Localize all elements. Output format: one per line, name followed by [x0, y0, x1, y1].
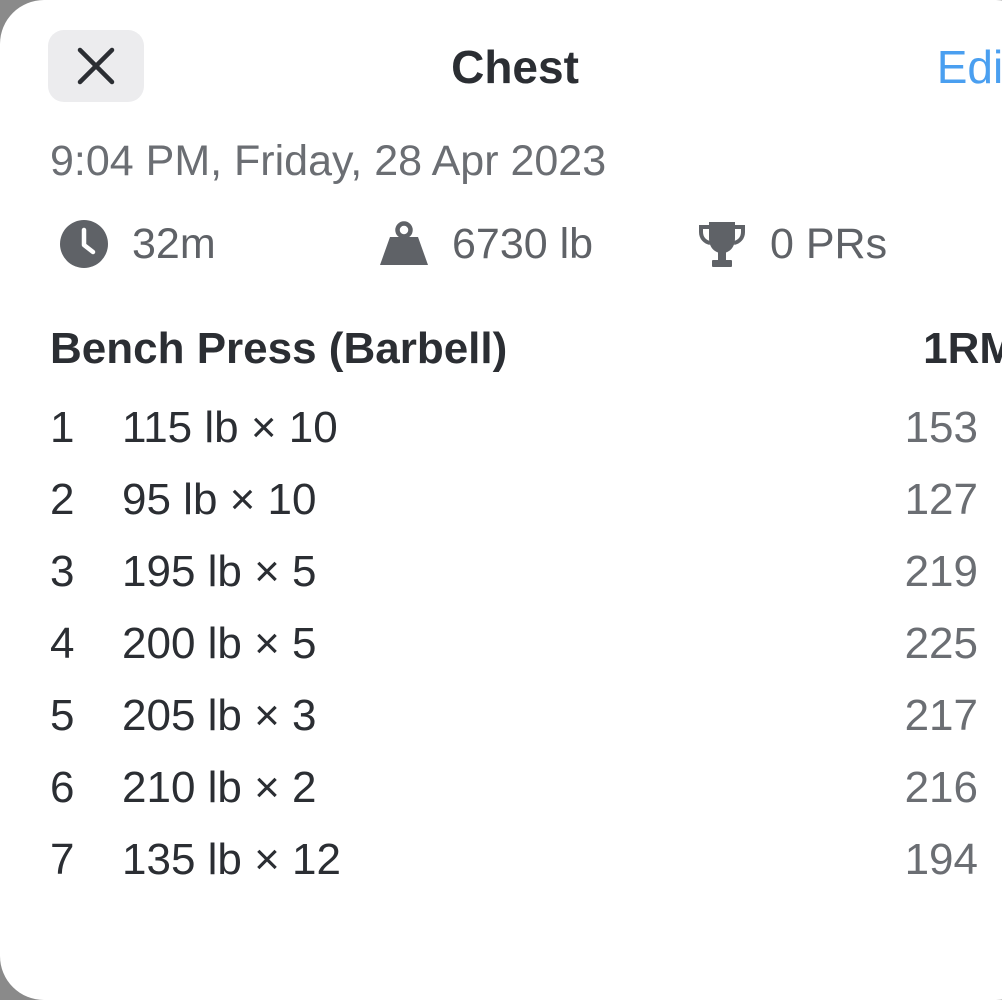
- prs-value: 0 PRs: [770, 219, 888, 268]
- set-number: 6: [50, 763, 75, 812]
- trophy-icon: [696, 218, 748, 270]
- prs-stat: 0 PRs: [696, 214, 887, 274]
- set-row: 6 210 lb × 2 216: [50, 758, 978, 830]
- set-row: 7 135 lb × 12 194: [50, 830, 978, 902]
- set-one-rm: 219: [904, 547, 978, 596]
- set-one-rm: 153: [904, 403, 978, 452]
- set-one-rm: 194: [904, 835, 978, 884]
- set-weight-reps: 195 lb × 5: [122, 547, 317, 596]
- set-weight-reps: 200 lb × 5: [122, 619, 317, 668]
- volume-stat: 6730 lb: [378, 214, 593, 274]
- set-number: 7: [50, 835, 75, 884]
- set-one-rm: 127: [904, 475, 978, 524]
- set-weight-reps: 135 lb × 12: [122, 835, 341, 884]
- edit-button[interactable]: Edit: [937, 38, 1002, 96]
- set-one-rm: 225: [904, 619, 978, 668]
- set-row: 4 200 lb × 5 225: [50, 614, 978, 686]
- set-row: 1 115 lb × 10 153: [50, 398, 978, 470]
- one-rm-column-header: 1RM: [923, 324, 1002, 373]
- page-title: Chest: [451, 41, 579, 93]
- set-row: 5 205 lb × 3 217: [50, 686, 978, 758]
- set-number: 5: [50, 691, 75, 740]
- volume-value: 6730 lb: [452, 219, 594, 268]
- set-weight-reps: 95 lb × 10: [122, 475, 317, 524]
- set-weight-reps: 115 lb × 10: [122, 403, 338, 452]
- set-number: 1: [50, 403, 75, 452]
- set-row: 3 195 lb × 5 219: [50, 542, 978, 614]
- sets-list: 1 115 lb × 10 153 2 95 lb × 10 127 3 195…: [50, 398, 978, 902]
- workout-datetime: 9:04 PM, Friday, 28 Apr 2023: [50, 137, 607, 185]
- set-one-rm: 216: [904, 763, 978, 812]
- set-number: 3: [50, 547, 75, 596]
- clock-icon: [58, 218, 110, 270]
- weight-icon: [378, 221, 430, 267]
- exercise-name[interactable]: Bench Press (Barbell): [50, 320, 507, 378]
- set-number: 2: [50, 475, 75, 524]
- set-row: 2 95 lb × 10 127: [50, 470, 978, 542]
- duration-stat: 32m: [58, 214, 216, 274]
- duration-value: 32m: [132, 219, 216, 268]
- set-one-rm: 217: [904, 691, 978, 740]
- workout-detail-card: Chest Edit 9:04 PM, Friday, 28 Apr 2023 …: [0, 0, 1002, 1000]
- set-number: 4: [50, 619, 75, 668]
- set-weight-reps: 205 lb × 3: [122, 691, 317, 740]
- set-weight-reps: 210 lb × 2: [122, 763, 317, 812]
